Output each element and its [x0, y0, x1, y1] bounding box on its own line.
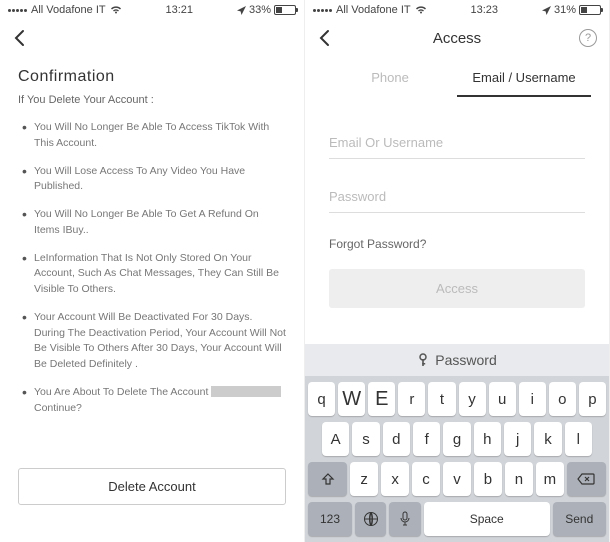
keyboard: Password q W E r t y u i o p A s d f g h…	[305, 344, 609, 542]
key-z[interactable]: z	[350, 462, 378, 496]
key-d[interactable]: d	[383, 422, 410, 456]
key-c[interactable]: c	[412, 462, 440, 496]
back-button[interactable]	[12, 29, 26, 47]
key-k[interactable]: k	[534, 422, 561, 456]
redacted-block	[211, 386, 281, 397]
backspace-key[interactable]	[567, 462, 606, 496]
list-item: You Will No Longer Be Able To Get A Refu…	[22, 207, 286, 239]
key-o[interactable]: o	[549, 382, 576, 416]
keyboard-row-4: 123 Space Send	[308, 502, 606, 536]
wifi-icon	[415, 5, 427, 15]
key-b[interactable]: b	[474, 462, 502, 496]
help-button[interactable]: ?	[579, 29, 597, 47]
key-j[interactable]: j	[504, 422, 531, 456]
battery-pct: 31%	[554, 4, 576, 16]
header: Access ?	[305, 20, 609, 56]
password-field[interactable]	[329, 181, 585, 213]
mic-key[interactable]	[389, 502, 420, 536]
email-field[interactable]	[329, 127, 585, 159]
page-subtitle: If You Delete Your Account :	[18, 94, 286, 106]
back-button[interactable]	[317, 29, 331, 47]
key-q[interactable]: q	[308, 382, 335, 416]
key-r[interactable]: r	[398, 382, 425, 416]
access-screen: All Vodafone IT 13:23 31% Access ? Phone…	[305, 0, 610, 542]
header	[0, 20, 304, 56]
tabs: Phone Email / Username	[305, 60, 609, 97]
key-p[interactable]: p	[579, 382, 606, 416]
status-bar: All Vodafone IT 13:23 31%	[305, 0, 609, 20]
key-a[interactable]: A	[322, 422, 349, 456]
shift-key[interactable]	[308, 462, 347, 496]
key-v[interactable]: v	[443, 462, 471, 496]
key-l[interactable]: l	[565, 422, 592, 456]
key-n[interactable]: n	[505, 462, 533, 496]
key-x[interactable]: x	[381, 462, 409, 496]
key-e[interactable]: E	[368, 382, 395, 416]
key-i[interactable]: i	[519, 382, 546, 416]
keyboard-header-label: Password	[435, 352, 496, 368]
signal-icon	[8, 9, 27, 12]
keyboard-row-3: z x c v b n m	[308, 462, 606, 496]
numeric-key[interactable]: 123	[308, 502, 352, 536]
list-item: You Will No Longer Be Able To Access Tik…	[22, 120, 286, 152]
page-title: Confirmation	[18, 68, 286, 86]
battery-icon	[274, 5, 296, 15]
bullet-list: You Will No Longer Be Able To Access Tik…	[18, 120, 286, 416]
key-f[interactable]: f	[413, 422, 440, 456]
tab-email-username[interactable]: Email / Username	[457, 60, 591, 97]
signal-icon	[313, 9, 332, 12]
list-item: Your Account Will Be Deactivated For 30 …	[22, 310, 286, 373]
status-time: 13:21	[166, 4, 194, 16]
key-u[interactable]: u	[489, 382, 516, 416]
bullet-text: Continue?	[34, 402, 82, 414]
carrier-label: All Vodafone IT	[31, 4, 106, 16]
wifi-icon	[110, 5, 122, 15]
keyboard-header: Password	[305, 344, 609, 376]
key-s[interactable]: s	[352, 422, 379, 456]
battery-pct: 33%	[249, 4, 271, 16]
keyboard-row-2: A s d f g h j k l	[308, 422, 606, 456]
key-t[interactable]: t	[428, 382, 455, 416]
key-h[interactable]: h	[474, 422, 501, 456]
header-title: Access	[433, 30, 481, 47]
content: Confirmation If You Delete Your Account …	[0, 56, 304, 440]
location-icon	[542, 6, 551, 15]
key-y[interactable]: y	[459, 382, 486, 416]
keyboard-row-1: q W E r t y u i o p	[308, 382, 606, 416]
key-m[interactable]: m	[536, 462, 564, 496]
login-form: Forgot Password? Access	[305, 97, 609, 322]
location-icon	[237, 6, 246, 15]
send-key[interactable]: Send	[553, 502, 606, 536]
forgot-password-link[interactable]: Forgot Password?	[329, 237, 585, 251]
bullet-text: You Are About To Delete The Account	[34, 386, 211, 398]
carrier-label: All Vodafone IT	[336, 4, 411, 16]
list-item: You Are About To Delete The Account Cont…	[22, 385, 286, 417]
status-time: 13:23	[471, 4, 499, 16]
key-w[interactable]: W	[338, 382, 365, 416]
delete-account-button[interactable]: Delete Account	[18, 468, 286, 505]
key-g[interactable]: g	[443, 422, 470, 456]
space-key[interactable]: Space	[424, 502, 550, 536]
list-item: You Will Lose Access To Any Video You Ha…	[22, 164, 286, 196]
status-bar: All Vodafone IT 13:21 33%	[0, 0, 304, 20]
list-item: LeInformation That Is Not Only Stored On…	[22, 251, 286, 298]
globe-key[interactable]	[355, 502, 386, 536]
battery-icon	[579, 5, 601, 15]
key-icon	[417, 353, 429, 367]
tab-phone[interactable]: Phone	[323, 60, 457, 97]
confirmation-screen: All Vodafone IT 13:21 33% Confirmation I…	[0, 0, 305, 542]
access-button[interactable]: Access	[329, 269, 585, 308]
